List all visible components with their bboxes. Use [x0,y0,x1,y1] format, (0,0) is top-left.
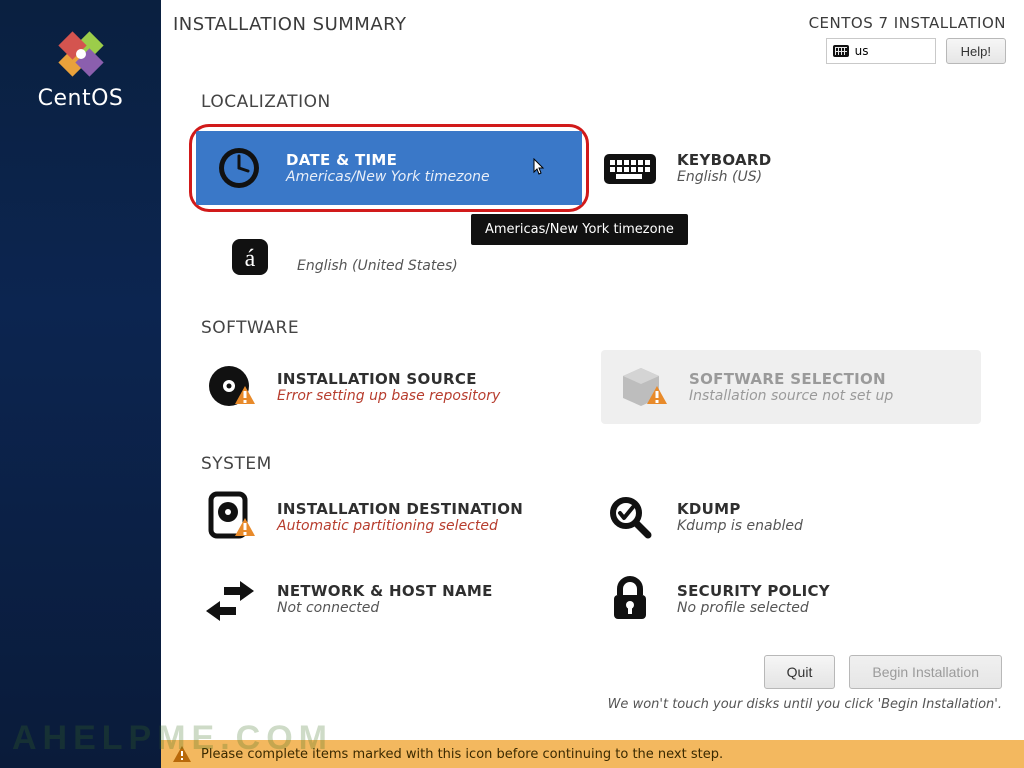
install-brand-label: CENTOS 7 INSTALLATION [809,14,1006,32]
footer: Quit Begin Installation We won't touch y… [161,655,1006,712]
warning-bar: Please complete items marked with this i… [161,740,1024,768]
topbar: INSTALLATION SUMMARY CENTOS 7 INSTALLATI… [161,0,1024,64]
quit-button[interactable]: Quit [764,655,836,689]
package-icon [613,360,671,414]
help-button[interactable]: Help! [946,38,1006,64]
spoke-source-title: INSTALLATION SOURCE [277,370,500,388]
spoke-datetime[interactable]: DATE & TIME Americas/New York timezone [196,131,582,205]
spoke-keyboard-sub: English (US) [677,169,772,185]
spoke-datetime-title: DATE & TIME [286,151,490,169]
spoke-network-sub: Not connected [277,600,493,616]
spoke-keyboard[interactable]: KEYBOARD English (US) [601,124,981,212]
brand-label: CentOS [38,86,124,111]
warning-bar-text: Please complete items marked with this i… [201,747,723,762]
main-area: INSTALLATION SUMMARY CENTOS 7 INSTALLATI… [161,0,1024,768]
page-title: INSTALLATION SUMMARY [173,14,406,35]
spoke-swsel-title: SOFTWARE SELECTION [689,370,893,388]
begin-installation-button[interactable]: Begin Installation [849,655,1002,689]
spoke-dest-sub: Automatic partitioning selected [277,518,523,534]
keyboard-layout-indicator[interactable]: us [826,38,936,64]
keyboard-icon [833,45,849,57]
sidebar: CentOS [0,0,161,768]
section-localization: LOCALIZATION [201,92,1006,112]
spoke-language-sub: English (United States) [297,258,478,274]
section-system: SYSTEM [201,454,1006,474]
warning-triangle-icon [173,746,191,762]
spoke-policy-title: SECURITY POLICY [677,582,830,600]
spoke-software-selection: SOFTWARE SELECTION Installation source n… [601,350,981,424]
spoke-kdump-sub: Kdump is enabled [677,518,803,534]
spoke-datetime-highlight: DATE & TIME Americas/New York timezone [189,124,589,212]
spoke-install-source[interactable]: INSTALLATION SOURCE Error setting up bas… [201,350,581,424]
spoke-dest-title: INSTALLATION DESTINATION [277,500,523,518]
svg-text:á: á [245,246,256,272]
section-software: SOFTWARE [201,318,1006,338]
keyboard-large-icon [601,141,659,195]
spoke-keyboard-title: KEYBOARD [677,151,772,169]
tooltip: Americas/New York timezone [471,214,688,245]
spoke-kdump-title: KDUMP [677,500,803,518]
network-arrows-icon [201,572,259,626]
spoke-swsel-sub: Installation source not set up [689,388,893,404]
magnifier-icon [601,490,659,544]
spoke-datetime-sub: Americas/New York timezone [286,169,490,185]
spoke-network[interactable]: NETWORK & HOST NAME Not connected [201,568,581,630]
hdd-icon [201,490,259,544]
language-icon: á [221,230,279,284]
spoke-kdump[interactable]: KDUMP Kdump is enabled [601,486,981,548]
spoke-security-policy[interactable]: SECURITY POLICY No profile selected [601,568,981,630]
content: LOCALIZATION DATE & TIME Ame [161,64,1024,630]
spoke-policy-sub: No profile selected [677,600,830,616]
clock-icon [210,141,268,195]
cursor-icon [530,158,546,178]
lock-icon [601,572,659,626]
disk-note: We won't touch your disks until you clic… [161,697,1002,712]
spoke-network-title: NETWORK & HOST NAME [277,582,493,600]
spoke-source-sub: Error setting up base repository [277,388,500,404]
keyboard-layout-code: us [855,44,869,58]
spoke-install-destination[interactable]: INSTALLATION DESTINATION Automatic parti… [201,486,581,548]
disc-icon [201,360,259,414]
centos-logo-icon [57,30,105,78]
